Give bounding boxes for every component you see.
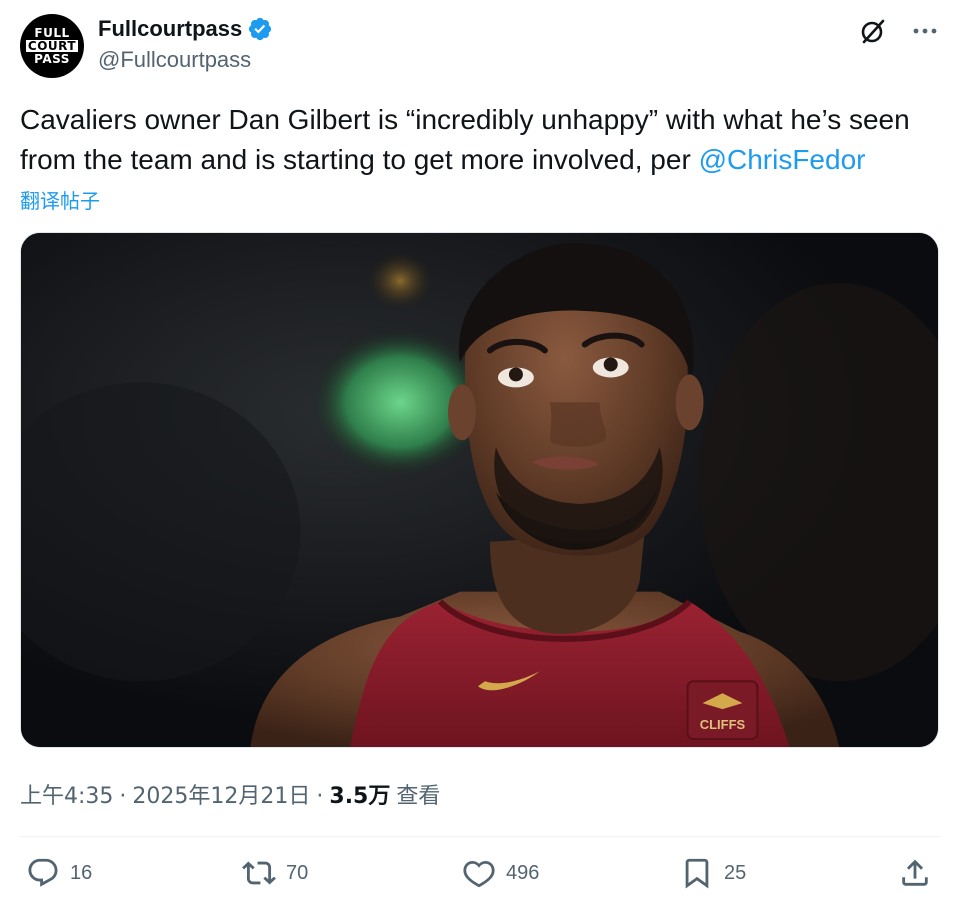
post-text: Cavaliers owner Dan Gilbert is “incredib… xyxy=(20,100,940,180)
avatar-text-line-2: COURT xyxy=(25,39,79,53)
post-image[interactable]: CLIFFS xyxy=(20,232,939,748)
handle[interactable]: @Fullcourtpass xyxy=(98,47,273,73)
views-count: 3.5万 xyxy=(329,784,391,809)
translate-post-link[interactable]: 翻译帖子 xyxy=(20,185,100,214)
retweet-icon xyxy=(242,861,276,885)
player-photo: CLIFFS xyxy=(21,233,938,747)
post-header: FULL COURT PASS Fullcourtpass @Fullcourt… xyxy=(20,14,940,80)
post-date[interactable]: 2025年12月21日 xyxy=(132,778,310,810)
like-count: 496 xyxy=(506,861,540,884)
views-label: 查看 xyxy=(396,784,441,809)
more-icon[interactable] xyxy=(910,16,940,46)
heart-icon xyxy=(463,860,495,888)
reply-count: 16 xyxy=(70,861,93,884)
retweet-button[interactable]: 70 xyxy=(242,856,308,890)
bookmark-button[interactable]: 25 xyxy=(680,856,746,890)
jersey-text: CLIFFS xyxy=(700,717,746,732)
mention-link[interactable]: @ChrisFedor xyxy=(699,144,866,175)
author-info: Fullcourtpass @Fullcourtpass xyxy=(98,16,273,73)
reply-button[interactable]: 16 xyxy=(26,856,92,890)
grok-icon[interactable] xyxy=(858,16,888,46)
verified-badge-icon[interactable] xyxy=(247,16,273,42)
like-button[interactable]: 496 xyxy=(462,856,539,890)
meta-separator: · xyxy=(316,784,324,809)
avatar[interactable]: FULL COURT PASS xyxy=(20,14,84,78)
divider xyxy=(20,836,940,837)
top-actions xyxy=(858,16,940,46)
share-icon xyxy=(902,859,928,886)
post-meta: 上午4:35 · 2025年12月21日 · 3.5万 查看 xyxy=(20,778,440,810)
display-name[interactable]: Fullcourtpass xyxy=(98,16,242,42)
bookmark-icon xyxy=(685,858,709,889)
action-bar: 16 70 496 25 xyxy=(20,856,940,900)
avatar-text-line-3: PASS xyxy=(34,52,70,66)
bookmark-count: 25 xyxy=(724,861,747,884)
share-button[interactable] xyxy=(898,856,932,890)
reply-icon xyxy=(28,858,58,887)
post-time[interactable]: 上午4:35 xyxy=(20,778,113,810)
avatar-text-line-1: FULL xyxy=(34,26,70,40)
retweet-count: 70 xyxy=(286,861,309,884)
meta-separator: · xyxy=(119,784,127,809)
